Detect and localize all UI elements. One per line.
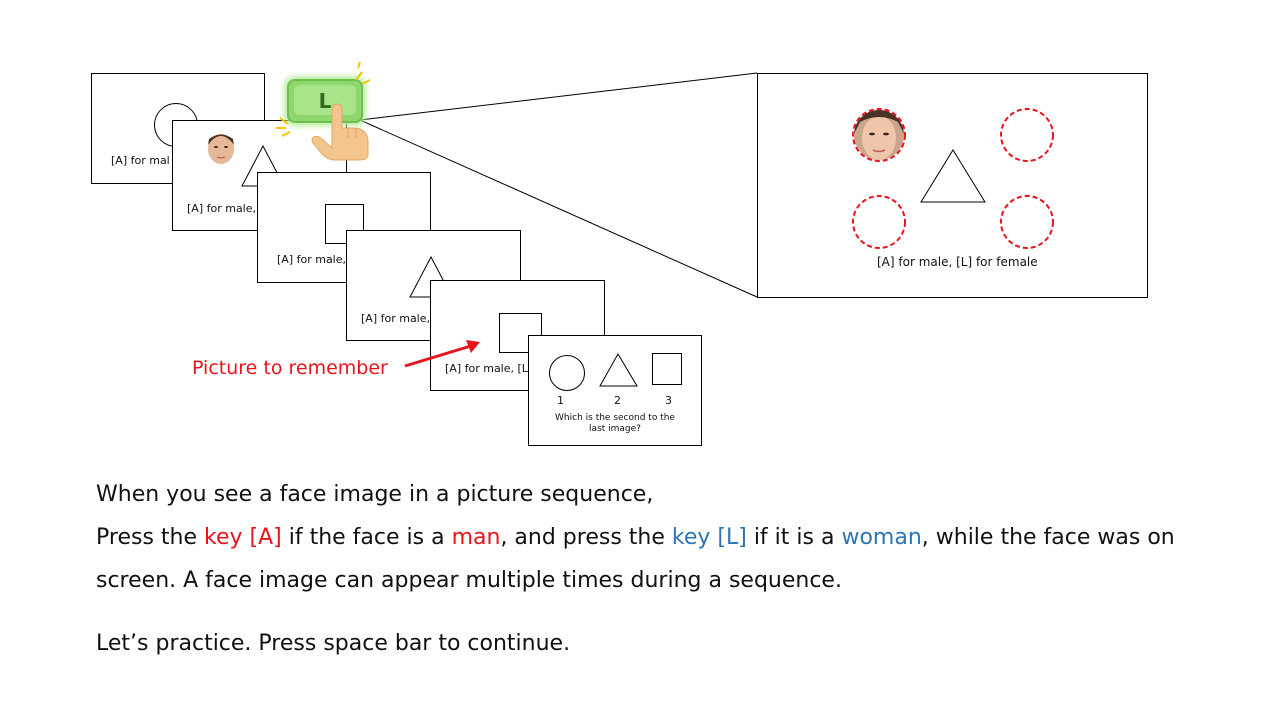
zoomed-card: [A] for male, [L] for female bbox=[757, 73, 1148, 298]
option-label-2: 2 bbox=[614, 394, 621, 407]
card-caption: [A] for male, bbox=[361, 312, 431, 325]
sparkle-icon bbox=[276, 61, 371, 137]
instruction-line-1: When you see a face image in a picture s… bbox=[96, 482, 654, 507]
question-text: Which is the second to the last image? bbox=[555, 413, 675, 434]
face-image-small bbox=[208, 134, 234, 164]
red-arrow bbox=[404, 340, 480, 368]
zoom-caption: [A] for male, [L] for female bbox=[877, 255, 1038, 269]
option-label-3: 3 bbox=[665, 394, 672, 407]
instruction-line-4: Let’s practice. Press space bar to conti… bbox=[96, 631, 571, 656]
card-caption: [A] for male, bbox=[187, 202, 257, 215]
question-card: 1 2 3 Which is the second to the last im… bbox=[528, 335, 702, 446]
picture-to-remember-label: Picture to remember bbox=[192, 357, 388, 379]
card-caption: [A] for mal bbox=[111, 154, 170, 167]
instruction-line-3: screen. A face image can appear multiple… bbox=[96, 568, 842, 593]
option-circle bbox=[549, 355, 585, 391]
instruction-line-2: Press the key [A] if the face is a man, … bbox=[96, 525, 1175, 550]
option-label-1: 1 bbox=[557, 394, 564, 407]
option-square bbox=[652, 353, 682, 385]
card-caption: [A] for male, bbox=[277, 253, 347, 266]
option-triangle bbox=[599, 353, 638, 387]
